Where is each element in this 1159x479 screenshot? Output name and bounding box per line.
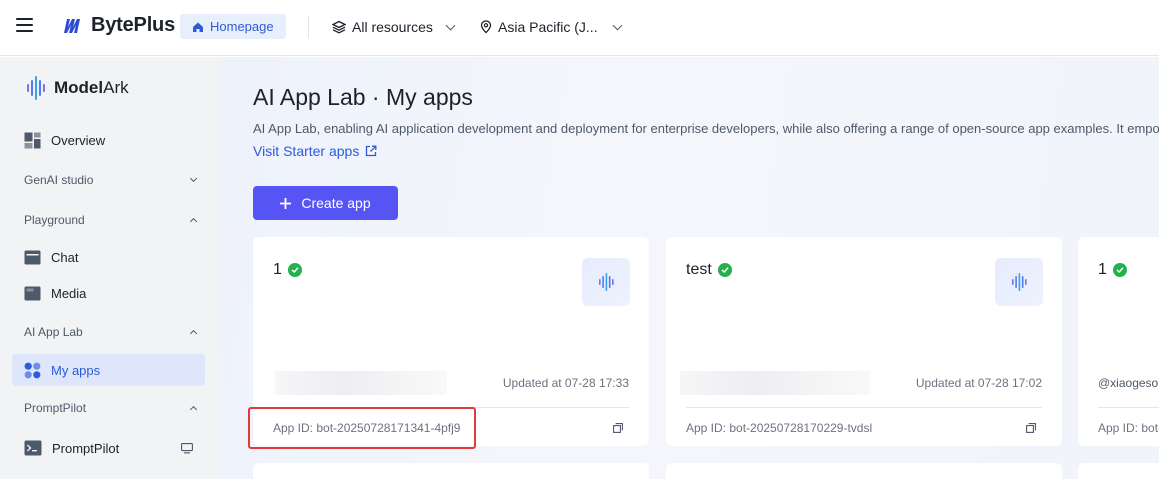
sidebar-item-label: Media (51, 285, 87, 301)
homepage-label: Homepage (210, 19, 274, 34)
app-card[interactable]: 1 Updated at 07-28 17:33 App ID: bot-202… (253, 237, 649, 446)
app-card[interactable] (253, 463, 649, 479)
create-app-button[interactable]: Create app (253, 186, 398, 220)
app-updated-at: Updated at 07-28 17:02 (915, 376, 1042, 390)
sidebar-group-genai-studio[interactable]: GenAI studio (24, 168, 198, 192)
app-name: 1 (1098, 261, 1107, 278)
app-card[interactable] (1078, 463, 1159, 479)
sidebar-item-label: My apps (51, 362, 101, 378)
modelark-app-icon (1012, 273, 1027, 291)
app-card-name: test (686, 261, 732, 279)
chevron-down-icon (612, 20, 623, 30)
card-divider (686, 407, 1042, 408)
sidebar-group-playground[interactable]: Playground (24, 208, 198, 232)
starter-link-label: Visit Starter apps (253, 143, 360, 159)
sidebar-group-label: PromptPilot (24, 401, 87, 415)
homepage-button[interactable]: Homepage (180, 14, 286, 39)
top-bar: BytePlus Homepage All resources Asia Pac… (0, 0, 1159, 56)
card-divider (273, 407, 629, 408)
sidebar-item-chat[interactable]: Chat (12, 241, 205, 273)
app-card[interactable]: test Updated at 07-28 17:02 App ID: bot-… (666, 237, 1062, 446)
sidebar-group-label: Playground (24, 213, 85, 227)
owner-redacted (680, 371, 870, 395)
resources-selector[interactable]: All resources (332, 15, 456, 39)
media-icon (24, 286, 41, 300)
sidebar-item-label: Chat (51, 249, 79, 265)
check-circle-icon (287, 263, 302, 277)
byteplus-logo-icon (64, 18, 80, 33)
brand-name: BytePlus (91, 14, 175, 36)
card-divider (1098, 407, 1159, 408)
chevron-down-icon (189, 174, 198, 183)
copy-icon[interactable] (1026, 423, 1036, 433)
sidebar-group-label: GenAI studio (24, 173, 94, 187)
external-link-icon (366, 145, 377, 157)
topbar-divider (308, 16, 309, 38)
overview-icon (24, 132, 41, 148)
terminal-icon (24, 440, 42, 456)
check-circle-icon (1112, 263, 1127, 277)
app-card[interactable]: 1 @xiaogeson App ID: bot- (1078, 237, 1159, 446)
region-selector[interactable]: Asia Pacific (J... (480, 15, 623, 39)
monitor-icon[interactable] (181, 442, 193, 454)
region-label: Asia Pacific (J... (498, 19, 598, 35)
app-id: App ID: bot-20250728170229-tvdsl (686, 421, 873, 435)
app-avatar (995, 258, 1043, 306)
plus-icon (280, 197, 292, 209)
app-card-name: 1 (1098, 261, 1127, 279)
sidebar-item-label: PromptPilot (52, 440, 120, 456)
home-icon (193, 22, 203, 32)
chevron-up-icon (189, 329, 198, 338)
visit-starter-apps-link[interactable]: Visit Starter apps (253, 143, 377, 159)
modelark-logo[interactable]: ModelArk (26, 75, 129, 101)
apps-icon (24, 362, 41, 378)
main-content: AI App Lab · My apps AI App Lab, enablin… (220, 57, 1159, 479)
modelark-logo-icon (27, 76, 45, 100)
app-id: App ID: bot-20250728171341-4pfj9 (273, 421, 461, 435)
app-name: test (686, 261, 712, 278)
app-updated-at: Updated at 07-28 17:33 (502, 376, 629, 390)
app-name: 1 (273, 261, 282, 278)
product-name-bold: Model (54, 78, 104, 97)
sidebar: ModelArk Overview GenAI studio Playgroun… (0, 57, 220, 479)
layers-icon (332, 20, 346, 34)
copy-icon[interactable] (613, 423, 623, 433)
create-app-label: Create app (301, 195, 371, 211)
app-id: App ID: bot- (1098, 421, 1159, 435)
product-name-rest: Ark (103, 78, 129, 97)
sidebar-item-my-apps[interactable]: My apps (12, 354, 205, 386)
sidebar-item-label: Overview (51, 132, 106, 148)
location-pin-icon (480, 20, 492, 34)
page-description: AI App Lab, enabling AI application deve… (253, 121, 1159, 136)
product-name: ModelArk (54, 78, 129, 98)
owner-redacted (275, 371, 447, 395)
sidebar-item-media[interactable]: Media (12, 277, 205, 309)
sidebar-item-promptpilot[interactable]: PromptPilot (12, 432, 205, 464)
app-card-name: 1 (273, 261, 302, 279)
resources-label: All resources (352, 19, 433, 35)
app-card[interactable] (666, 463, 1062, 479)
sidebar-group-label: AI App Lab (24, 325, 83, 339)
check-circle-icon (717, 263, 732, 277)
chevron-up-icon (189, 217, 198, 226)
app-owner: @xiaogeson (1098, 376, 1159, 390)
sidebar-group-ai-app-lab[interactable]: AI App Lab (24, 320, 198, 344)
modelark-app-icon (599, 273, 614, 291)
sidebar-item-overview[interactable]: Overview (12, 124, 205, 156)
chevron-up-icon (189, 405, 198, 414)
app-avatar (582, 258, 630, 306)
menu-icon[interactable] (16, 18, 33, 32)
sidebar-group-promptpilot[interactable]: PromptPilot (24, 396, 198, 420)
chevron-down-icon (445, 20, 456, 30)
brand-logo[interactable]: BytePlus (63, 14, 175, 37)
page-title: AI App Lab · My apps (253, 84, 473, 110)
chat-icon (24, 250, 41, 264)
